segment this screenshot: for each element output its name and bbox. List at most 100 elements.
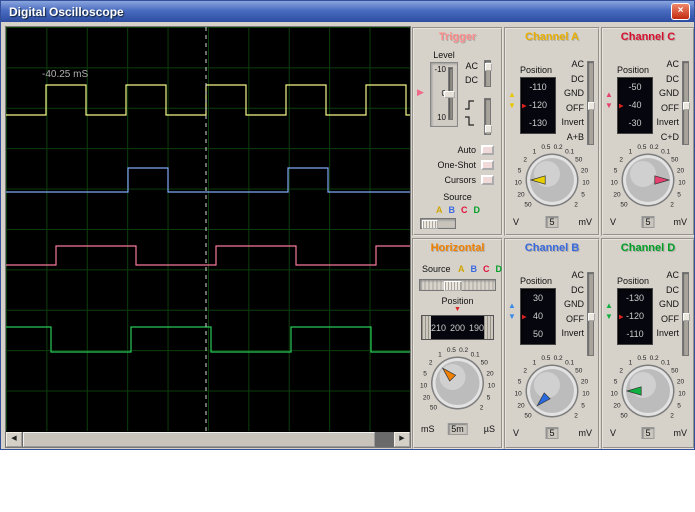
unit-left-label: V	[513, 217, 519, 227]
horizontal-source-slider[interactable]	[419, 279, 496, 291]
position-arrows[interactable]: ▲ ▼	[508, 91, 516, 110]
svg-text:20: 20	[423, 395, 431, 402]
horizontal-scrollbar[interactable]: ◀ ▶	[6, 432, 410, 447]
trigger-level-arrow-icon[interactable]: ▶	[417, 87, 424, 98]
drum-ridge[interactable]	[484, 316, 493, 339]
arrow-down-icon[interactable]: ▼	[508, 313, 516, 321]
unit-right-label: mV	[579, 217, 593, 227]
auto-button[interactable]	[481, 145, 494, 155]
position-arrows[interactable]: ▲ ▼	[508, 302, 516, 321]
svg-text:20: 20	[613, 192, 621, 199]
trigger-level-slider[interactable]: -10 0 10	[430, 62, 458, 127]
trigger-slope-selector[interactable]	[484, 98, 491, 135]
option-dc: DC	[643, 283, 679, 298]
svg-text:50: 50	[575, 157, 583, 164]
svg-text:50: 50	[430, 405, 438, 412]
waveform-screen: -40.25 mS	[6, 27, 410, 431]
close-button[interactable]: ×	[671, 3, 690, 20]
slope-selector-handle[interactable]	[485, 125, 492, 133]
horizontal-position-label: Position	[414, 296, 501, 306]
unit-left-label: V	[610, 217, 616, 227]
volts-div-knob[interactable]: 5020105210.50.20.150201052	[506, 352, 598, 426]
waveform-channel-c	[6, 246, 410, 265]
arrow-down-icon[interactable]: ▼	[605, 313, 613, 321]
coupling-selector-handle[interactable]	[588, 313, 595, 321]
position-arrows[interactable]: ▲ ▼	[605, 91, 613, 110]
svg-text:1: 1	[629, 359, 633, 366]
svg-text:1: 1	[629, 148, 633, 155]
coupling-selector[interactable]	[587, 272, 594, 356]
arrow-down-icon[interactable]: ▼	[605, 102, 613, 110]
scope-display: -40.25 mS ◀ ▶	[5, 26, 411, 448]
svg-text:2: 2	[523, 368, 527, 375]
drum-value: 190	[469, 323, 484, 333]
svg-text:0.5: 0.5	[541, 355, 550, 362]
coupling-selector-handle[interactable]	[683, 313, 690, 321]
horizontal-panel: Horizontal Source A B C D Position ▼ 210…	[412, 238, 503, 449]
svg-text:2: 2	[480, 405, 484, 412]
svg-text:10: 10	[582, 391, 590, 398]
volts-div-knob[interactable]: 5020105210.50.20.150201052	[603, 141, 693, 215]
drum-ridge[interactable]	[422, 316, 431, 339]
arrow-up-icon[interactable]: ▲	[508, 91, 516, 99]
trigger-source-label: Source	[414, 192, 501, 202]
trigger-slope-icons	[464, 100, 475, 126]
waveform-channel-a	[6, 85, 410, 115]
position-arrows[interactable]: ▲ ▼	[605, 302, 613, 321]
svg-text:20: 20	[677, 378, 685, 385]
option-dc: DC	[548, 72, 584, 87]
svg-text:2: 2	[574, 413, 578, 420]
svg-text:0.2: 0.2	[650, 355, 659, 362]
option-ac: AC	[548, 268, 584, 283]
trigger-source-slider[interactable]	[420, 218, 456, 229]
coupling-selector-handle[interactable]	[588, 102, 595, 110]
coupling-options: AC DC GND OFF Invert	[643, 268, 679, 341]
source-slider-handle[interactable]	[422, 220, 438, 229]
option-invert: Invert	[548, 115, 584, 130]
one-shot-button[interactable]	[481, 160, 494, 170]
knob-value: 5m	[447, 423, 468, 435]
svg-text:1: 1	[438, 351, 442, 358]
coupling-selector-handle[interactable]	[683, 102, 690, 110]
svg-text:10: 10	[678, 180, 686, 187]
scroll-left-button[interactable]: ◀	[6, 432, 22, 447]
coupling-selector[interactable]	[587, 61, 594, 145]
svg-text:20: 20	[486, 370, 494, 377]
svg-text:0.2: 0.2	[650, 144, 659, 151]
arrow-up-icon[interactable]: ▲	[605, 302, 613, 310]
svg-text:0.2: 0.2	[554, 355, 563, 362]
titlebar[interactable]: Digital Oscilloscope ×	[1, 1, 694, 22]
cursors-button[interactable]	[481, 175, 494, 185]
scroll-right-button[interactable]: ▶	[394, 432, 410, 447]
volts-div-knob[interactable]: 5020105210.50.20.150201052	[506, 141, 598, 215]
volts-div-knob[interactable]: 5020105210.50.20.150201052	[603, 352, 693, 426]
coupling-selector[interactable]	[682, 61, 689, 145]
svg-text:2: 2	[670, 202, 674, 209]
option-invert: Invert	[643, 115, 679, 130]
arrow-up-icon[interactable]: ▲	[605, 91, 613, 99]
arrow-up-icon[interactable]: ▲	[508, 302, 516, 310]
source-b-label: B	[449, 205, 456, 215]
svg-text:50: 50	[481, 360, 489, 367]
level-tick: -10	[433, 65, 446, 74]
knob-value: 5	[545, 216, 558, 228]
drum-marker-icon: ▶	[522, 102, 527, 109]
level-slider-handle[interactable]	[444, 91, 455, 98]
svg-text:20: 20	[677, 167, 685, 174]
svg-text:0.1: 0.1	[565, 359, 574, 366]
time-div-knob[interactable]: 5020105210.50.20.150201052	[414, 344, 501, 418]
svg-text:5: 5	[518, 378, 522, 385]
one-shot-label: One-Shot	[437, 160, 476, 170]
scrollbar-thumb[interactable]	[23, 432, 375, 447]
svg-text:1: 1	[533, 148, 537, 155]
trigger-coupling-selector[interactable]	[484, 60, 491, 87]
trigger-ac-label: AC	[456, 59, 478, 73]
coupling-selector-handle[interactable]	[485, 63, 492, 71]
coupling-selector[interactable]	[682, 272, 689, 356]
source-slider-handle[interactable]	[444, 281, 462, 291]
svg-text:20: 20	[517, 403, 525, 410]
horizontal-position-drum[interactable]: 210 200 190	[421, 315, 494, 340]
source-b-label: B	[471, 264, 478, 274]
svg-text:10: 10	[514, 391, 522, 398]
arrow-down-icon[interactable]: ▼	[508, 102, 516, 110]
